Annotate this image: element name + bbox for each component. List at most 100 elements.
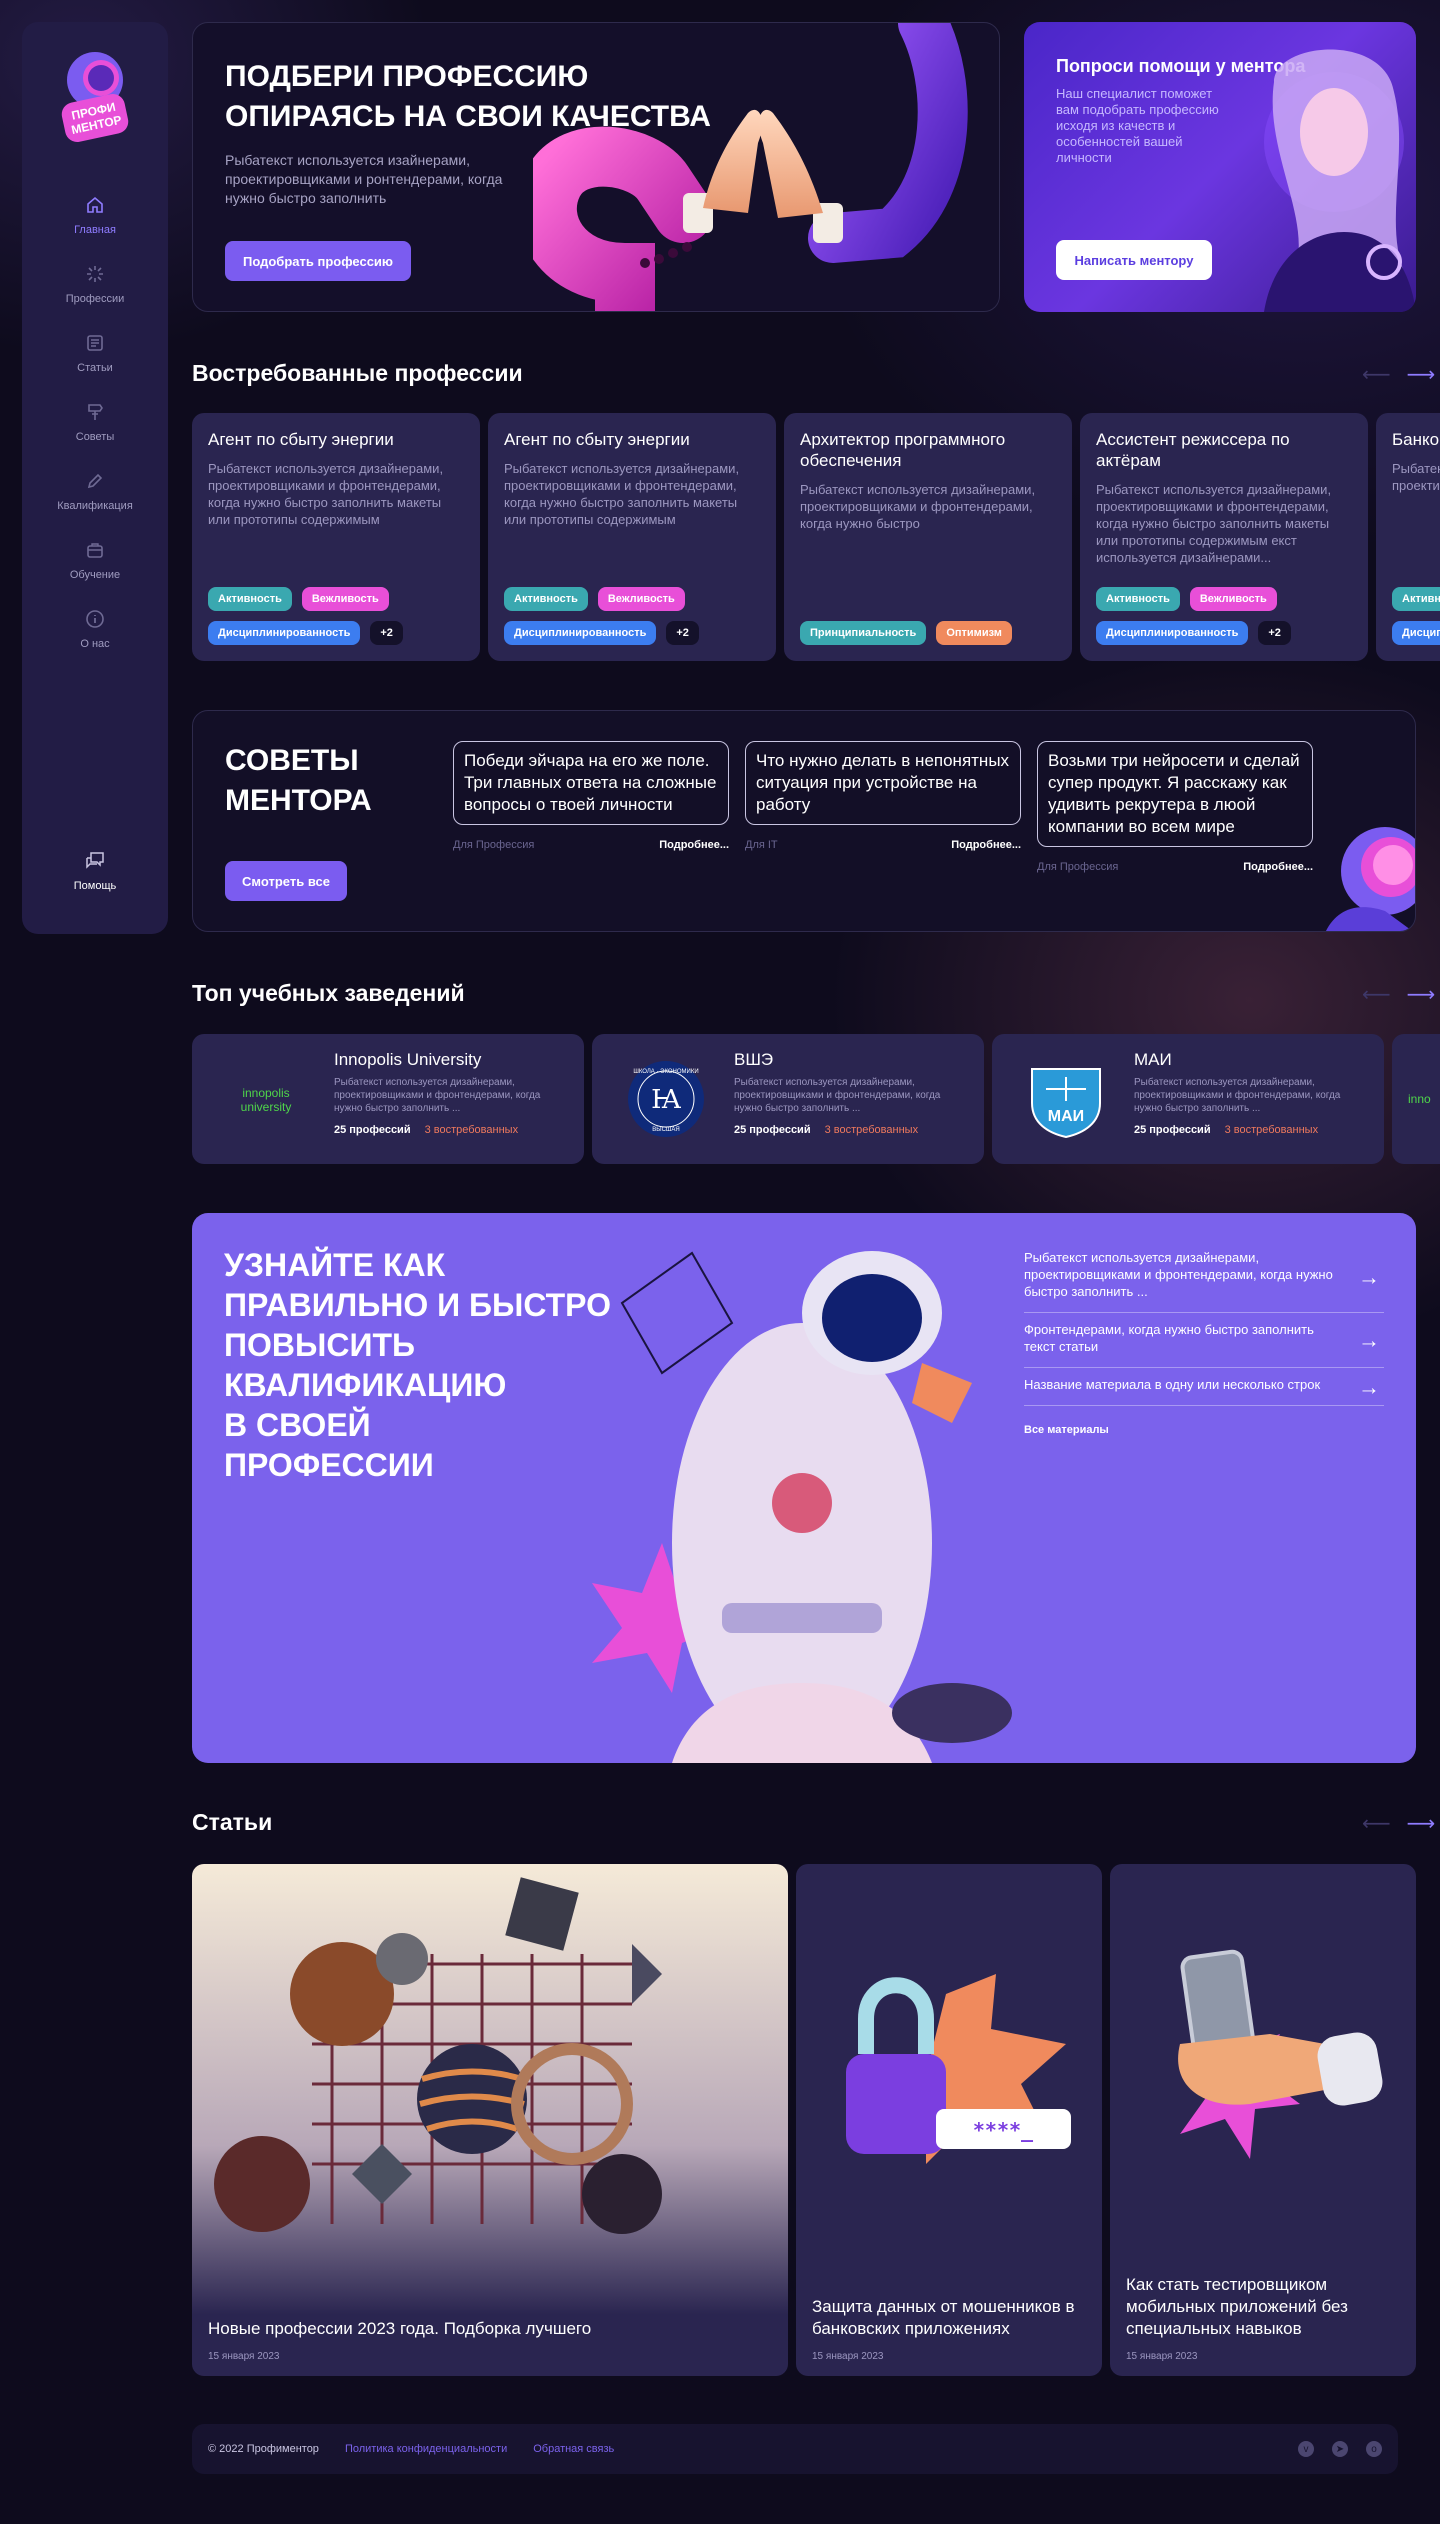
promo-material-item[interactable]: Рыбатекст используется дизайнерами, прое… — [1024, 1241, 1384, 1313]
tag: Вежливость — [1189, 587, 1277, 611]
svg-text:ШКОЛА · ЭКОНОМИКИ: ШКОЛА · ЭКОНОМИКИ — [633, 1069, 698, 1075]
telegram-icon[interactable]: ➤ — [1332, 2441, 1348, 2457]
mentor-text: Наш специалист поможет вам подобрать про… — [1056, 86, 1219, 165]
articles-arrows: ⟵ ⟶ — [1362, 1811, 1435, 1836]
article-card[interactable]: Новые профессии 2023 года. Подборка лучш… — [192, 1864, 788, 2376]
sidebar-item-articles[interactable]: Статьи — [22, 332, 168, 392]
tag-list: Активность Вежливость Дисциплинированнос… — [504, 587, 760, 645]
tip-more-link[interactable]: Подробнее... — [659, 839, 729, 851]
tag-more[interactable]: +2 — [1258, 621, 1291, 645]
promo-title: УЗНАЙТЕ КАК ПРАВИЛЬНО И БЫСТРО ПОВЫСИТЬ … — [224, 1247, 611, 1483]
logo[interactable]: ПРОФИ МЕНТОР — [57, 46, 133, 146]
article-title: Защита данных от мошенников в банковских… — [812, 2297, 1075, 2338]
promo-materials-list: Рыбатекст используется дизайнерами, прое… — [1024, 1241, 1384, 1436]
promo-material-text: Название материала в одну или несколько … — [1024, 1377, 1321, 1392]
info-icon — [84, 608, 106, 630]
profession-text: Рыбатекст используется дизайнерами, прое… — [208, 461, 444, 527]
tag: Оптимизм — [936, 621, 1012, 645]
university-text: Рыбатекст используется дизайнерами, прое… — [734, 1077, 941, 1114]
profession-text: Рыбатекст используется дизайнерами, прое… — [1096, 482, 1332, 565]
view-all-tips-button[interactable]: Смотреть все — [225, 861, 347, 901]
university-name: Innopolis University — [334, 1050, 482, 1069]
sidebar-item-education[interactable]: Обучение — [22, 539, 168, 599]
profession-card[interactable]: Агент по сбыту энергии Рыбатекст использ… — [192, 413, 480, 661]
university-text: Рыбатекст используется дизайнерами, прое… — [1134, 1077, 1341, 1114]
arrow-left-icon[interactable]: ⟵ — [1362, 362, 1391, 387]
sidebar: ПРОФИ МЕНТОР Главная Профессии Статьи Со… — [22, 22, 168, 934]
mentor-help-card: Попроси помощи у ментора Наш специалист … — [1024, 22, 1416, 312]
article-card[interactable]: ****_ Защита данных от мошенников в банк… — [796, 1864, 1102, 2376]
profession-card[interactable]: Ассистент режиссера по актёрам Рыбатекст… — [1080, 413, 1368, 661]
sidebar-item-help[interactable]: Помощь — [22, 850, 168, 910]
tag-list: Активность Вежливость Дисциплинированнос… — [208, 587, 464, 645]
sidebar-item-label: Главная — [74, 224, 116, 236]
sidebar-item-qualification[interactable]: Квалификация — [22, 470, 168, 530]
article-date: 15 января 2023 — [812, 2351, 884, 2362]
arrow-right-icon[interactable]: ⟶ — [1407, 1811, 1436, 1836]
article-card[interactable]: Как стать тестировщиком мобильных прилож… — [1110, 1864, 1416, 2376]
tip-card[interactable]: Возьми три нейросети и сделай супер прод… — [1037, 741, 1313, 873]
sparkle-icon — [84, 263, 106, 285]
article-date: 15 января 2023 — [1126, 2351, 1198, 2362]
tag: Активность — [208, 587, 292, 611]
article-image-shapes — [214, 1877, 662, 2234]
tag: Дисциплинированность — [504, 621, 657, 645]
demand-count: 3 востребованных — [1224, 1124, 1319, 1136]
profession-card[interactable]: Банковский операционист Рыбатекст исполь… — [1376, 413, 1440, 661]
sidebar-item-about[interactable]: О нас — [22, 608, 168, 668]
tag-more[interactable]: +2 — [370, 621, 403, 645]
chat-icon — [84, 850, 106, 872]
tag: Вежливость — [301, 587, 389, 611]
tag-more[interactable]: +2 — [666, 621, 699, 645]
tip-card[interactable]: Победи эйчара на его же поле. Три главны… — [453, 741, 729, 851]
promo-material-item[interactable]: Фронтендерами, когда нужно быстро заполн… — [1024, 1313, 1384, 1368]
university-card[interactable]: inno — [1392, 1034, 1440, 1164]
tip-category: Для Профессия — [453, 839, 535, 851]
university-card[interactable]: МАИ МАИ Рыбатекст используется дизайнера… — [992, 1034, 1384, 1164]
sidebar-item-label: Обучение — [69, 569, 121, 581]
arrow-right-icon[interactable]: ⟶ — [1407, 982, 1436, 1007]
privacy-policy-link[interactable]: Политика конфиденциальности — [345, 2443, 507, 2455]
hero-illustration — [533, 23, 968, 311]
all-materials-link[interactable]: Все материалы — [1024, 1424, 1384, 1436]
arrow-left-icon[interactable]: ⟵ — [1362, 982, 1391, 1007]
article-title: Новые профессии 2023 года. Подборка лучш… — [208, 2319, 592, 2338]
tip-card[interactable]: Что нужно делать в непонятных ситуация п… — [745, 741, 1021, 851]
sidebar-item-home[interactable]: Главная — [22, 194, 168, 254]
svg-text:university: university — [241, 1100, 292, 1114]
university-name: ВШЭ — [734, 1050, 774, 1069]
sidebar-item-professions[interactable]: Профессии — [22, 263, 168, 323]
university-card[interactable]: Ꙗ ШКОЛА · ЭКОНОМИКИ ВЫСШАЯ ВШЭ Рыбатекст… — [592, 1034, 984, 1164]
social-links: v ➤ o — [1298, 2441, 1382, 2457]
professions-count: 25 профессий — [334, 1124, 411, 1136]
sidebar-item-tips[interactable]: Советы — [22, 401, 168, 461]
tip-text: Что нужно делать в непонятных ситуация п… — [745, 741, 1021, 825]
arrow-left-icon[interactable]: ⟵ — [1362, 1811, 1391, 1836]
feedback-link[interactable]: Обратная связь — [533, 2443, 614, 2455]
profession-card[interactable]: Архитектор программного обеспечения Рыба… — [784, 413, 1072, 661]
tip-category: Для Профессия — [1037, 861, 1119, 873]
tip-more-link[interactable]: Подробнее... — [1243, 861, 1313, 873]
tag: Вежливость — [597, 587, 685, 611]
write-mentor-button[interactable]: Написать ментору — [1056, 240, 1212, 280]
professions-arrows: ⟵ ⟶ — [1362, 362, 1435, 387]
footer: © 2022 Профиментор Политика конфиденциал… — [192, 2424, 1398, 2474]
sidebar-item-label: Квалификация — [57, 500, 133, 512]
arrow-right-icon[interactable]: ⟶ — [1407, 362, 1436, 387]
profession-card[interactable]: Агент по сбыту энергии Рыбатекст использ… — [488, 413, 776, 661]
vk-icon[interactable]: v — [1298, 2441, 1314, 2457]
tag: Принципиальность — [800, 621, 927, 645]
home-icon — [84, 194, 106, 216]
pick-profession-button[interactable]: Подобрать профессию — [225, 241, 411, 281]
svg-text:ВЫСШАЯ: ВЫСШАЯ — [652, 1127, 679, 1133]
university-card[interactable]: innopolis university Innopolis Universit… — [192, 1034, 584, 1164]
odnoklassniki-icon[interactable]: o — [1366, 2441, 1382, 2457]
arrow-right-icon: → — [1358, 1374, 1380, 1399]
promo-material-item[interactable]: Название материала в одну или несколько … — [1024, 1368, 1384, 1406]
astronaut-helmet-illustration — [1326, 827, 1415, 931]
universities-arrows: ⟵ ⟶ — [1362, 982, 1435, 1007]
qualification-promo: УЗНАЙТЕ КАК ПРАВИЛЬНО И БЫСТРО ПОВЫСИТЬ … — [192, 1213, 1416, 1763]
tip-more-link[interactable]: Подробнее... — [951, 839, 1021, 851]
tag: Дисциплинированность — [1392, 621, 1440, 645]
profession-title: Ассистент режиссера по актёрам — [1096, 430, 1290, 470]
